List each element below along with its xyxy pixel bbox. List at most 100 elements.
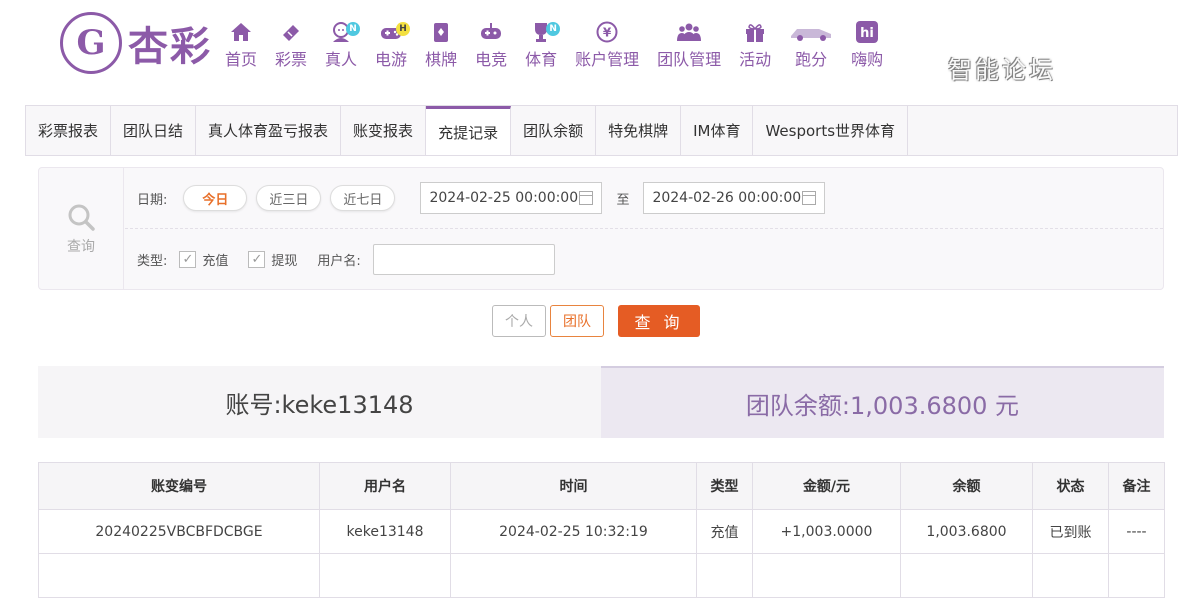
cell-remark: ----	[1108, 509, 1165, 554]
column-header: 用户名	[319, 462, 451, 510]
start-date-input[interactable]: 2024-02-25 00:00:00	[420, 182, 603, 214]
date-row: 日期: 今日 近三日 近七日 2024-02-25 00:00:00 至 202…	[137, 182, 826, 214]
cell-status: 已到账	[1032, 509, 1109, 554]
tab-team-daily[interactable]: 团队日结	[111, 106, 197, 155]
column-header: 类型	[696, 462, 753, 510]
nav-label: 跑分	[795, 50, 828, 69]
calendar-icon	[579, 191, 594, 205]
account-name: 账号:keke13148	[38, 366, 601, 438]
search-panel: 查询 日期: 今日 近三日 近七日 2024-02-25 00:00:00 至 …	[38, 167, 1164, 290]
column-header: 账变编号	[38, 462, 320, 510]
yen-coin-icon: ¥	[594, 20, 620, 44]
search-row-divider	[125, 228, 1163, 229]
nav-label: 真人	[325, 50, 358, 69]
cards-icon	[428, 20, 454, 44]
lottery-ticket-icon	[278, 20, 304, 44]
nav-label: 体育	[525, 50, 558, 69]
nav-sports[interactable]: N 体育	[516, 20, 566, 70]
nav-live[interactable]: N 真人	[316, 20, 366, 70]
column-header: 备注	[1108, 462, 1165, 510]
team-balance: 团队余额:1,003.6800 元	[601, 366, 1164, 438]
records-table: 账变编号 用户名 时间 类型 金额/元 余额 状态 备注 20240225VBC…	[38, 462, 1165, 598]
hot-badge: H	[396, 22, 411, 36]
tab-wesports[interactable]: Wesports世界体育	[753, 106, 909, 155]
quick-date-3days[interactable]: 近三日	[256, 185, 322, 211]
nav-account-management[interactable]: ¥ 账户管理	[566, 20, 648, 70]
new-badge: N	[346, 22, 361, 36]
date-range-separator: 至	[616, 192, 630, 208]
nav-cards[interactable]: 棋牌	[416, 20, 466, 70]
team-icon	[676, 20, 702, 44]
nav-esports[interactable]: 电竞	[466, 20, 516, 70]
tab-special-cards[interactable]: 特免棋牌	[596, 106, 682, 155]
nav-label: 嗨购	[851, 50, 884, 69]
svg-text:¥: ¥	[603, 26, 612, 40]
cell-amount: +1,003.0000	[752, 509, 901, 554]
nav-slots[interactable]: H 电游	[366, 20, 416, 70]
nav-team-management[interactable]: 团队管理	[648, 20, 730, 70]
search-panel-label: 查询	[67, 238, 95, 255]
account-summary: 账号:keke13148 团队余额:1,003.6800 元	[38, 366, 1164, 438]
tab-deposit-withdraw[interactable]: 充提记录	[426, 106, 512, 155]
cell-type: 充值	[696, 509, 753, 554]
tab-underline	[25, 155, 1178, 156]
personal-button[interactable]: 个人	[492, 305, 546, 337]
nav-hi-shop[interactable]: hi 嗨购	[842, 20, 892, 70]
username-label: 用户名:	[317, 253, 361, 269]
end-date-input[interactable]: 2024-02-26 00:00:00	[643, 182, 826, 214]
column-header: 时间	[450, 462, 697, 510]
table-row	[38, 553, 1165, 598]
tab-lottery-report[interactable]: 彩票报表	[26, 106, 112, 155]
team-button[interactable]: 团队	[550, 305, 604, 337]
new-badge: N	[546, 22, 561, 36]
nav-label: 电游	[375, 50, 408, 69]
tab-team-balance[interactable]: 团队余额	[511, 106, 597, 155]
table-header-row: 账变编号 用户名 时间 类型 金额/元 余额 状态 备注	[38, 462, 1165, 510]
cell-time: 2024-02-25 10:32:19	[450, 509, 697, 554]
username-input[interactable]	[372, 243, 555, 275]
calendar-icon	[802, 191, 817, 205]
type-label: 类型:	[137, 253, 168, 269]
site-logo[interactable]: G 杏彩	[60, 12, 212, 74]
nav-label: 棋牌	[425, 50, 458, 69]
end-date-value: 2024-02-26 00:00:00	[652, 190, 802, 206]
nav-promotions[interactable]: 活动	[730, 20, 780, 70]
table-row: 20240225VBCBFDCBGE keke13148 2024-02-25 …	[38, 509, 1165, 554]
logo-emblem: G	[60, 12, 122, 74]
nav-label: 活动	[739, 50, 772, 69]
home-icon	[228, 20, 254, 44]
column-header: 余额	[900, 462, 1033, 510]
start-date-value: 2024-02-25 00:00:00	[429, 190, 579, 206]
nav-label: 电竞	[475, 50, 508, 69]
withdraw-checkbox[interactable]: ✓	[248, 250, 266, 268]
quick-date-today[interactable]: 今日	[183, 185, 248, 211]
svg-text:hi: hi	[860, 26, 874, 41]
column-header: 金额/元	[752, 462, 901, 510]
hi-app-icon: hi	[854, 20, 880, 44]
query-button[interactable]: 查 询	[618, 305, 700, 337]
tab-live-sports-pnl[interactable]: 真人体育盈亏报表	[196, 106, 342, 155]
type-row: 类型: ✓ 充值 ✓ 提现 用户名:	[137, 243, 555, 275]
quick-date-7days[interactable]: 近七日	[330, 185, 396, 211]
esports-gamepad-icon	[478, 20, 504, 44]
nav-home[interactable]: 首页	[216, 20, 266, 70]
column-header: 状态	[1032, 462, 1109, 510]
race-car-icon	[789, 20, 833, 44]
nav-label: 彩票	[275, 50, 308, 69]
top-header: G 杏彩 首页 彩票 N 真人 H 电游 棋牌 电竞 N 体育 ¥ 账户管理 团…	[0, 0, 1186, 100]
nav-label: 账户管理	[575, 50, 640, 69]
gift-icon	[742, 20, 768, 44]
nav-lottery[interactable]: 彩票	[266, 20, 316, 70]
search-icon	[68, 204, 95, 231]
logo-text: 杏彩	[128, 23, 212, 70]
withdraw-checkbox-label: 提现	[271, 253, 298, 269]
deposit-checkbox[interactable]: ✓	[179, 250, 197, 268]
search-panel-header: 查询	[39, 168, 124, 289]
date-label: 日期:	[137, 192, 168, 208]
tab-im-sports[interactable]: IM体育	[681, 106, 754, 155]
nav-running-score[interactable]: 跑分	[780, 20, 842, 70]
cell-balance: 1,003.6800	[900, 509, 1033, 554]
tab-account-changes[interactable]: 账变报表	[341, 106, 427, 155]
nav-label: 首页	[225, 50, 258, 69]
report-tabs: 彩票报表 团队日结 真人体育盈亏报表 账变报表 充提记录 团队余额 特免棋牌 I…	[25, 105, 1178, 155]
